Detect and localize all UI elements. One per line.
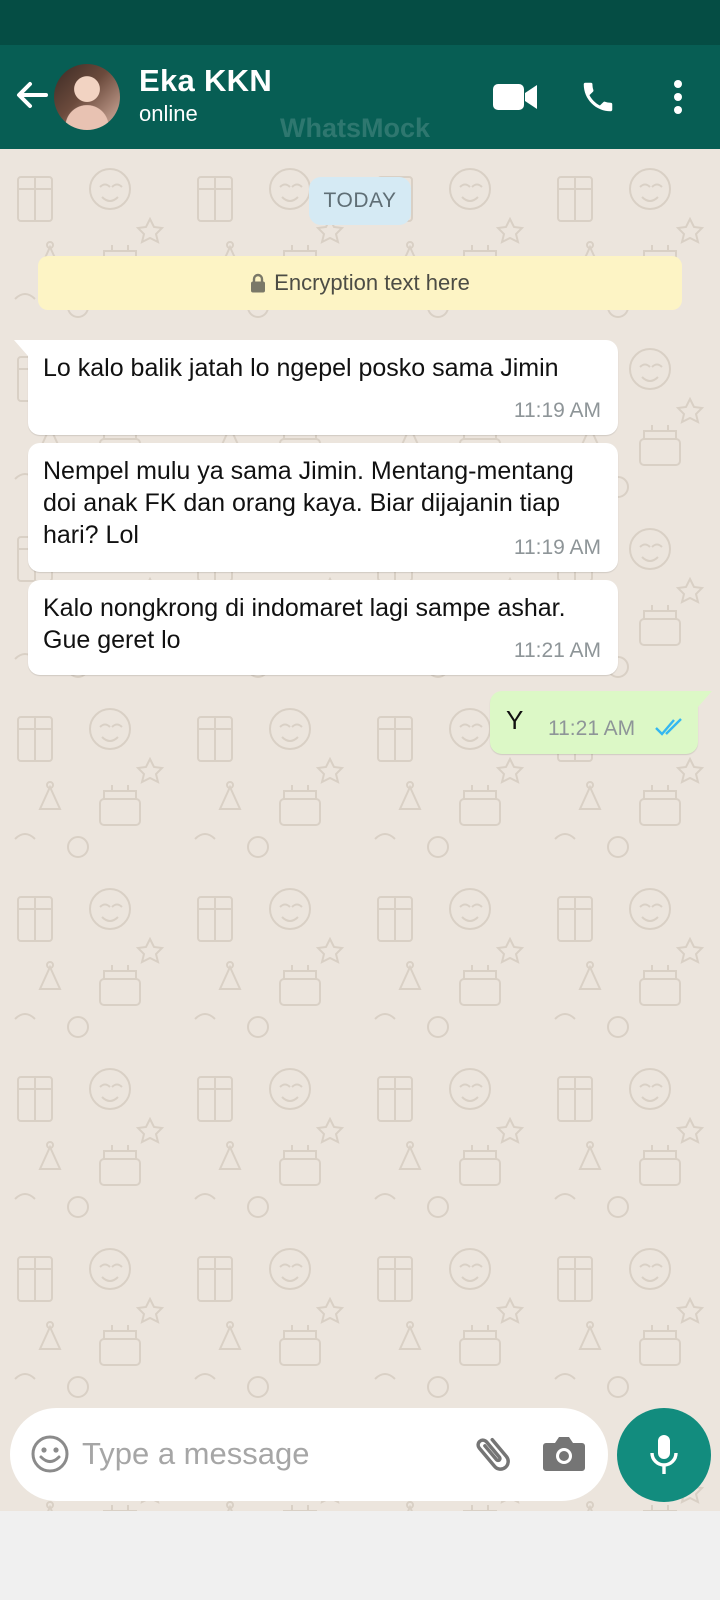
more-options-button[interactable] (652, 71, 704, 123)
message-time: 11:21 AM (548, 717, 636, 740)
message-text: Y (506, 705, 524, 735)
voice-message-button[interactable] (617, 1408, 711, 1502)
chat-area[interactable]: TODAY Encryption text here Lo kalo balik… (0, 149, 720, 1511)
back-button[interactable] (12, 75, 52, 115)
camera-icon (543, 1437, 585, 1471)
phone-icon (583, 82, 613, 112)
contact-name[interactable]: Eka KKN (139, 63, 272, 99)
double-check-read-icon (655, 718, 682, 736)
avatar[interactable] (54, 64, 120, 130)
status-bar (0, 0, 720, 45)
encryption-text: Encryption text here (274, 270, 470, 295)
arrow-back-icon (17, 82, 48, 108)
message-text: Lo kalo balik jatah lo ngepel posko sama… (43, 354, 559, 382)
emoji-icon (31, 1435, 69, 1473)
incoming-message[interactable]: Kalo nongkrong di indomaret lagi sampe a… (28, 580, 618, 675)
mic-icon (650, 1435, 678, 1474)
message-time: 11:21 AM (513, 639, 601, 662)
camera-button[interactable] (542, 1433, 586, 1473)
lock-icon (251, 273, 266, 293)
date-divider: TODAY (309, 177, 411, 225)
message-time: 11:19 AM (513, 399, 601, 422)
incoming-message[interactable]: Lo kalo balik jatah lo ngepel posko sama… (14, 340, 618, 435)
incoming-message[interactable]: Nempel mulu ya sama Jimin. Mentang-menta… (28, 443, 618, 572)
message-composer (10, 1408, 608, 1501)
attach-button[interactable] (470, 1431, 516, 1477)
outgoing-message[interactable]: Y 11:21 AM (490, 691, 712, 754)
attach-icon (476, 1437, 510, 1471)
chat-header: Eka KKN online WhatsMock (0, 45, 720, 149)
more-vert-icon (674, 80, 682, 114)
watermark: WhatsMock (280, 113, 431, 143)
emoji-button[interactable] (30, 1434, 70, 1474)
voice-call-button[interactable] (572, 71, 624, 123)
videocam-icon (493, 84, 537, 110)
contact-status: online (139, 101, 198, 126)
video-call-button[interactable] (489, 71, 541, 123)
message-time: 11:19 AM (513, 536, 601, 559)
encryption-notice[interactable]: Encryption text here (38, 256, 682, 310)
message-input[interactable] (82, 1428, 452, 1480)
